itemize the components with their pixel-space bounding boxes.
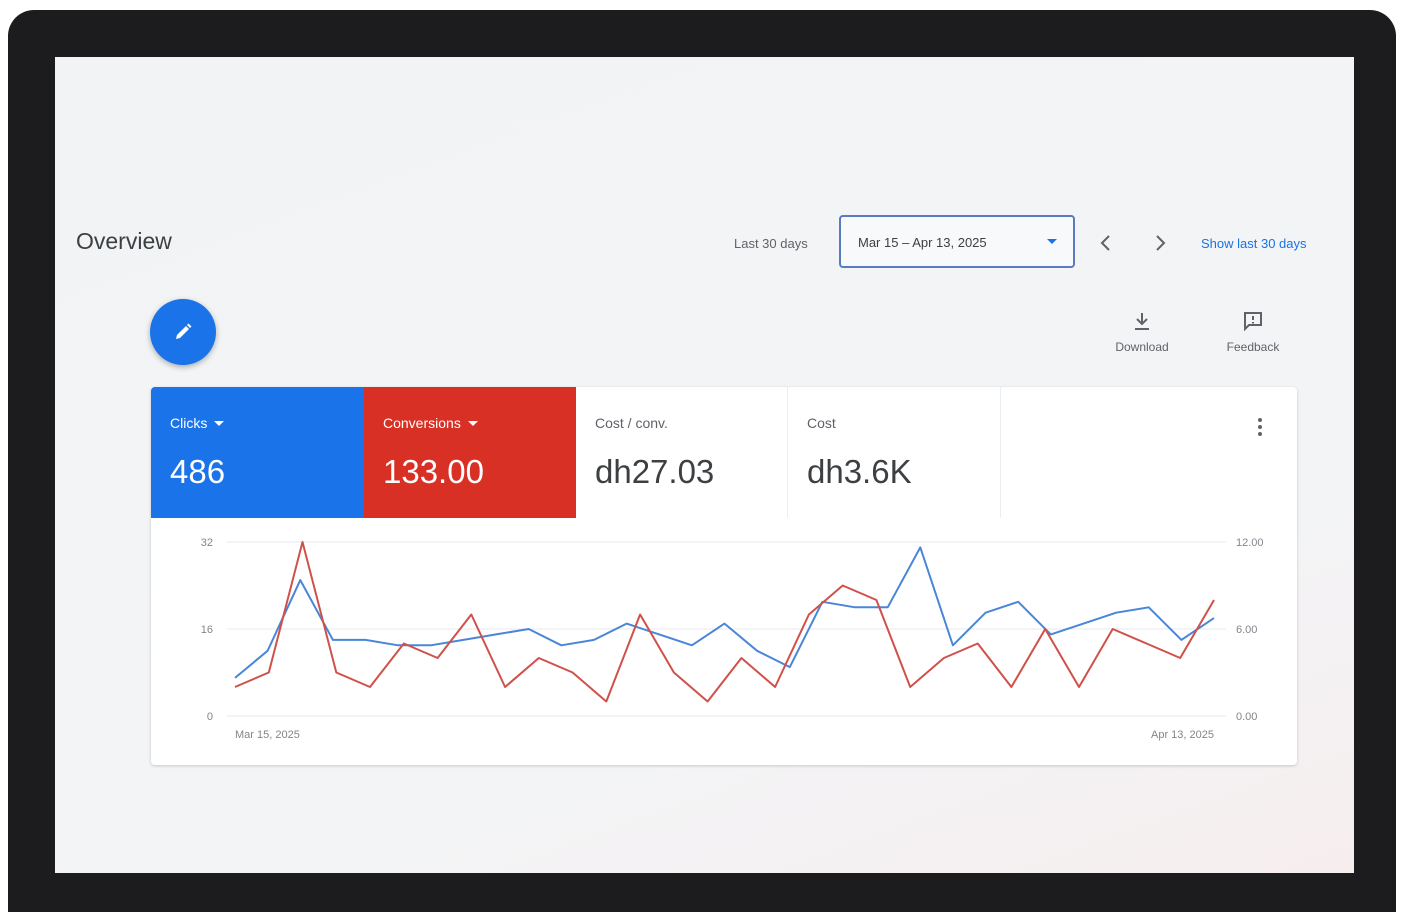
- more-vert-icon: [1258, 418, 1262, 436]
- chevron-right-icon: [1156, 235, 1166, 251]
- dropdown-caret-icon: [1047, 239, 1057, 244]
- download-icon: [1135, 313, 1149, 330]
- metric-value: 486: [170, 453, 226, 490]
- left-tick-label: 0: [207, 711, 213, 723]
- next-period-button[interactable]: [1148, 229, 1172, 257]
- chevron-left-icon: [1100, 235, 1110, 251]
- pencil-icon: [176, 323, 192, 339]
- screen: Overview Last 30 days Mar 15 – Apr 13, 2…: [55, 57, 1354, 873]
- right-tick-label: 0.00: [1236, 711, 1257, 723]
- right-tick-label: 6.00: [1236, 624, 1257, 636]
- dropdown-caret-icon: [467, 420, 478, 426]
- previous-period-button[interactable]: [1094, 229, 1118, 257]
- download-label: Download: [1115, 340, 1169, 354]
- right-tick-label: 12.00: [1236, 537, 1264, 549]
- metric-value: dh27.03: [595, 453, 715, 490]
- edit-button[interactable]: [150, 299, 216, 365]
- performance-chart: 0 16 32 0.00 6.00 12.00 Mar 15, 2025 Apr 13, 20…: [201, 537, 1264, 741]
- metric-label: Cost: [807, 415, 836, 431]
- x-start-label: Mar 15, 2025: [235, 729, 300, 741]
- metric-tab-cost-per-conversion[interactable]: Cost / conv. dh27.03: [576, 387, 788, 518]
- metric-tab-cost[interactable]: Cost dh3.6K: [788, 387, 1001, 518]
- series-line-clicks: [234, 546, 1215, 679]
- more-options-button[interactable]: [1250, 415, 1270, 439]
- metric-tab-conversions[interactable]: Conversions 133.00: [364, 387, 576, 518]
- range-label: Last 30 days: [734, 236, 808, 251]
- metric-label: Cost / conv.: [595, 415, 668, 431]
- metric-value: dh3.6K: [807, 453, 912, 490]
- show-last-30-days-link[interactable]: Show last 30 days: [1201, 236, 1307, 251]
- page-title: Overview: [76, 228, 172, 254]
- performance-card: Clicks 486 Conversions 133.00 Cost / con…: [151, 387, 1297, 765]
- feedback-icon: [1244, 312, 1262, 332]
- dropdown-caret-icon: [214, 420, 225, 426]
- download-button[interactable]: Download: [1102, 310, 1182, 354]
- x-end-label: Apr 13, 2025: [1151, 729, 1214, 741]
- metric-label: Conversions: [383, 415, 461, 431]
- metric-value: 133.00: [383, 453, 484, 490]
- metric-label: Clicks: [170, 415, 208, 431]
- date-range-value: Mar 15 – Apr 13, 2025: [858, 235, 987, 250]
- feedback-label: Feedback: [1226, 340, 1280, 354]
- date-range-select[interactable]: Mar 15 – Apr 13, 2025: [839, 215, 1075, 268]
- feedback-button[interactable]: Feedback: [1213, 310, 1293, 354]
- left-tick-label: 32: [201, 537, 213, 549]
- left-tick-label: 16: [201, 624, 213, 636]
- series-line-conversions: [234, 541, 1215, 703]
- metric-tab-clicks[interactable]: Clicks 486: [151, 387, 364, 518]
